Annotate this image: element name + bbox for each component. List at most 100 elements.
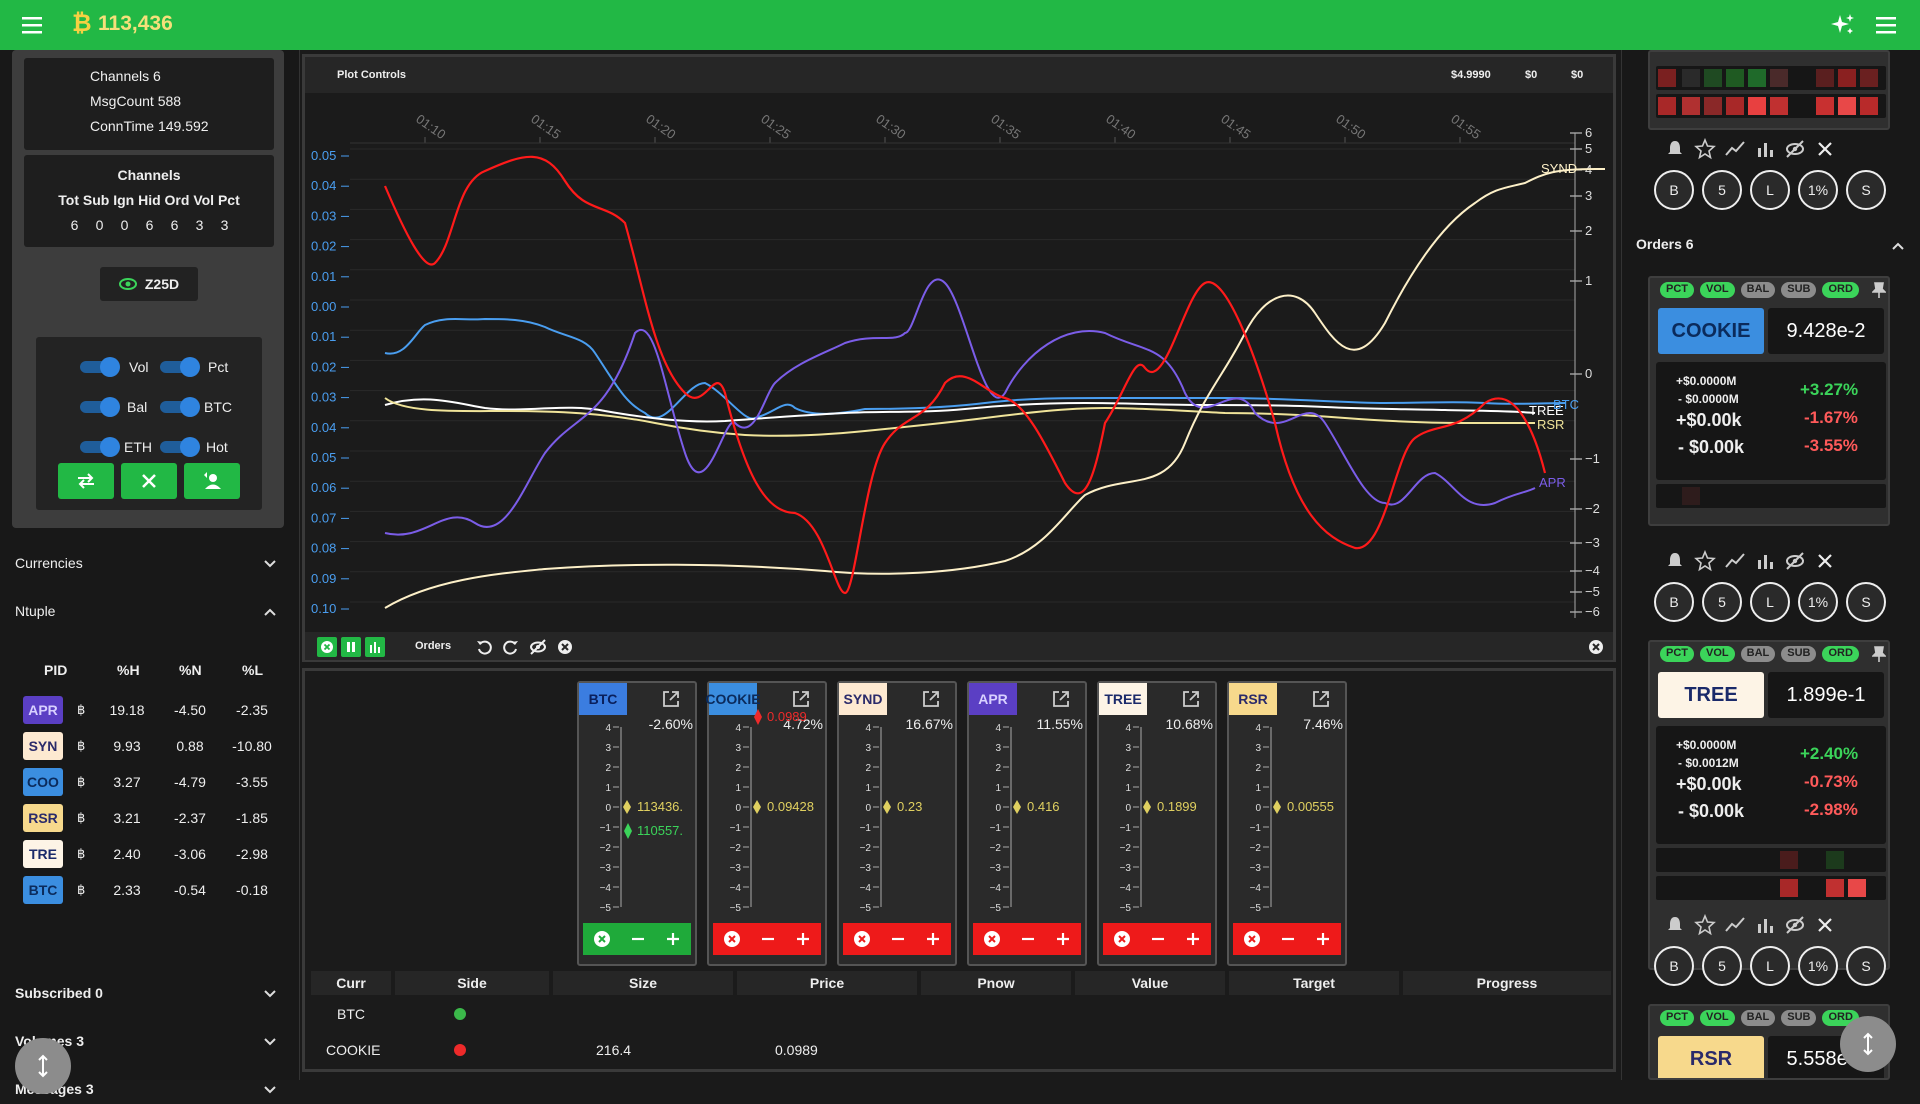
ticker-badge[interactable]: RSR: [1229, 683, 1277, 715]
quick-action-button[interactable]: 5: [1702, 170, 1742, 210]
bar-chart-icon[interactable]: [1754, 138, 1776, 160]
star-icon[interactable]: [1694, 138, 1716, 160]
bal-toggle[interactable]: [80, 397, 120, 417]
pill-bal[interactable]: BAL: [1740, 282, 1776, 298]
pause-button[interactable]: [341, 637, 361, 657]
external-link-icon[interactable]: [791, 689, 811, 709]
table-row[interactable]: BTC: [311, 997, 1611, 1031]
close-icon[interactable]: [1814, 914, 1836, 936]
minus-icon[interactable]: [760, 931, 776, 947]
plus-icon[interactable]: [665, 931, 681, 947]
quick-action-button[interactable]: 5: [1702, 582, 1742, 622]
hide-icon[interactable]: [1784, 550, 1806, 572]
close-circle-icon[interactable]: [853, 930, 871, 948]
orders-label[interactable]: Orders: [415, 640, 451, 652]
price-chart[interactable]: 01:10 01:15 01:20 01:25 01:30 01:35 01:40 01:45…: [305, 93, 1613, 631]
pill-bal[interactable]: BAL: [1740, 1010, 1776, 1026]
hide-icon[interactable]: [529, 638, 547, 656]
close-plot-button[interactable]: [317, 637, 337, 657]
bar-chart-icon[interactable]: [1754, 914, 1776, 936]
ticker-card-synd[interactable]: SYND 16.67% 4 3 2 1 0 −1 −2 −3 −4 −5 0.23: [837, 681, 957, 966]
swap-button[interactable]: [58, 463, 114, 499]
ticker-card-btc[interactable]: BTC -2.60% 4 3 2 1 0 −1 −2 −3 −4 −5 113436. 110557.: [577, 681, 697, 966]
close-circle-icon[interactable]: [556, 638, 574, 656]
pill-vol[interactable]: VOL: [1700, 646, 1735, 662]
pct-toggle[interactable]: [160, 357, 200, 377]
pill-ord[interactable]: ORD: [1822, 646, 1859, 662]
order-card-cookie[interactable]: PCT VOL BAL SUB ORD COOKIE 9.428e-2 +$0.0000…: [1648, 276, 1890, 526]
ntuple-row[interactable]: RSR ฿ 3.21 -2.37 -1.85: [15, 804, 277, 834]
pid-badge[interactable]: COO: [23, 768, 63, 796]
clear-button[interactable]: [121, 463, 177, 499]
minus-icon[interactable]: [1020, 931, 1036, 947]
undo-icon[interactable]: [475, 638, 493, 656]
pid-badge[interactable]: BTC: [23, 876, 63, 904]
quick-action-button[interactable]: L: [1750, 582, 1790, 622]
trend-icon[interactable]: [1724, 914, 1746, 936]
ticker-card-apr[interactable]: APR 11.55% 4 3 2 1 0 −1 −2 −3 −4 −5 0.416: [967, 681, 1087, 966]
ticker-badge[interactable]: APR: [969, 683, 1017, 715]
pill-vol[interactable]: VOL: [1700, 282, 1735, 298]
user-switch-button[interactable]: [184, 463, 240, 499]
external-link-icon[interactable]: [1311, 689, 1331, 709]
pid-badge[interactable]: RSR: [23, 804, 63, 832]
pin-icon[interactable]: [1872, 282, 1886, 298]
hide-icon[interactable]: [1784, 914, 1806, 936]
vol-toggle[interactable]: [80, 357, 120, 377]
ntuple-row[interactable]: COO ฿ 3.27 -4.79 -3.55: [15, 768, 277, 798]
sparkle-icon[interactable]: [1830, 12, 1856, 38]
star-icon[interactable]: [1694, 550, 1716, 572]
pill-pct[interactable]: PCT: [1660, 1010, 1694, 1026]
ticker-badge[interactable]: SYND: [839, 683, 887, 715]
quick-action-button[interactable]: S: [1846, 170, 1886, 210]
ticker-card-cookie[interactable]: COOKIE 4.72% 4 3 2 1 0 −1 −2 −3 −4 −5 0.09428 0.0989: [705, 681, 827, 966]
ticker-badge[interactable]: BTC: [579, 683, 627, 715]
external-link-icon[interactable]: [1181, 689, 1201, 709]
quick-action-button[interactable]: S: [1846, 946, 1886, 986]
pill-ord[interactable]: ORD: [1822, 282, 1859, 298]
close-circle-icon[interactable]: [1113, 930, 1131, 948]
ticker-card-rsr[interactable]: RSR 7.46% 4 3 2 1 0 −1 −2 −3 −4 −5 0.00555: [1227, 681, 1347, 966]
trend-icon[interactable]: [1724, 550, 1746, 572]
quick-action-button[interactable]: B: [1654, 946, 1694, 986]
hot-toggle[interactable]: [160, 437, 200, 457]
external-link-icon[interactable]: [921, 689, 941, 709]
chevron-up-icon[interactable]: [1890, 238, 1906, 254]
minus-icon[interactable]: [630, 931, 646, 947]
eth-toggle[interactable]: [80, 437, 120, 457]
plus-icon[interactable]: [1055, 931, 1071, 947]
close-circle-icon[interactable]: [593, 930, 611, 948]
trend-icon[interactable]: [1724, 138, 1746, 160]
pid-badge[interactable]: APR: [23, 696, 63, 724]
bell-icon[interactable]: [1664, 914, 1686, 936]
quick-action-button[interactable]: 1%: [1798, 170, 1838, 210]
bell-icon[interactable]: [1664, 138, 1686, 160]
plus-icon[interactable]: [925, 931, 941, 947]
minus-icon[interactable]: [1280, 931, 1296, 947]
ntuple-row[interactable]: SYN ฿ 9.93 0.88 -10.80: [15, 732, 277, 762]
bell-icon[interactable]: [1664, 550, 1686, 572]
close-circle-icon[interactable]: [983, 930, 1001, 948]
close-circle-icon[interactable]: [723, 930, 741, 948]
btc-toggle[interactable]: [160, 397, 200, 417]
menu-right-icon[interactable]: [1874, 13, 1900, 37]
pill-sub[interactable]: SUB: [1781, 1010, 1817, 1026]
star-icon[interactable]: [1694, 914, 1716, 936]
quick-action-button[interactable]: 1%: [1798, 582, 1838, 622]
table-row[interactable]: COOKIE 216.4 0.0989: [311, 1033, 1611, 1067]
pid-badge[interactable]: SYN: [23, 732, 63, 760]
pill-pct[interactable]: PCT: [1660, 282, 1694, 298]
ntuple-row[interactable]: APR ฿ 19.18 -4.50 -2.35: [15, 696, 277, 726]
refresh-icon[interactable]: [502, 638, 520, 656]
pill-sub[interactable]: SUB: [1781, 646, 1817, 662]
plus-icon[interactable]: [1315, 931, 1331, 947]
subscribed-accordion[interactable]: Subscribed 0: [0, 978, 300, 1008]
quick-action-button[interactable]: 5: [1702, 946, 1742, 986]
pill-pct[interactable]: PCT: [1660, 646, 1694, 662]
pin-icon[interactable]: [1872, 646, 1886, 662]
close-icon[interactable]: [1814, 138, 1836, 160]
ntuple-row[interactable]: BTC ฿ 2.33 -0.54 -0.18: [15, 876, 277, 906]
external-link-icon[interactable]: [661, 689, 681, 709]
scroll-fab-right[interactable]: [1840, 1016, 1896, 1072]
pill-sub[interactable]: SUB: [1781, 282, 1817, 298]
